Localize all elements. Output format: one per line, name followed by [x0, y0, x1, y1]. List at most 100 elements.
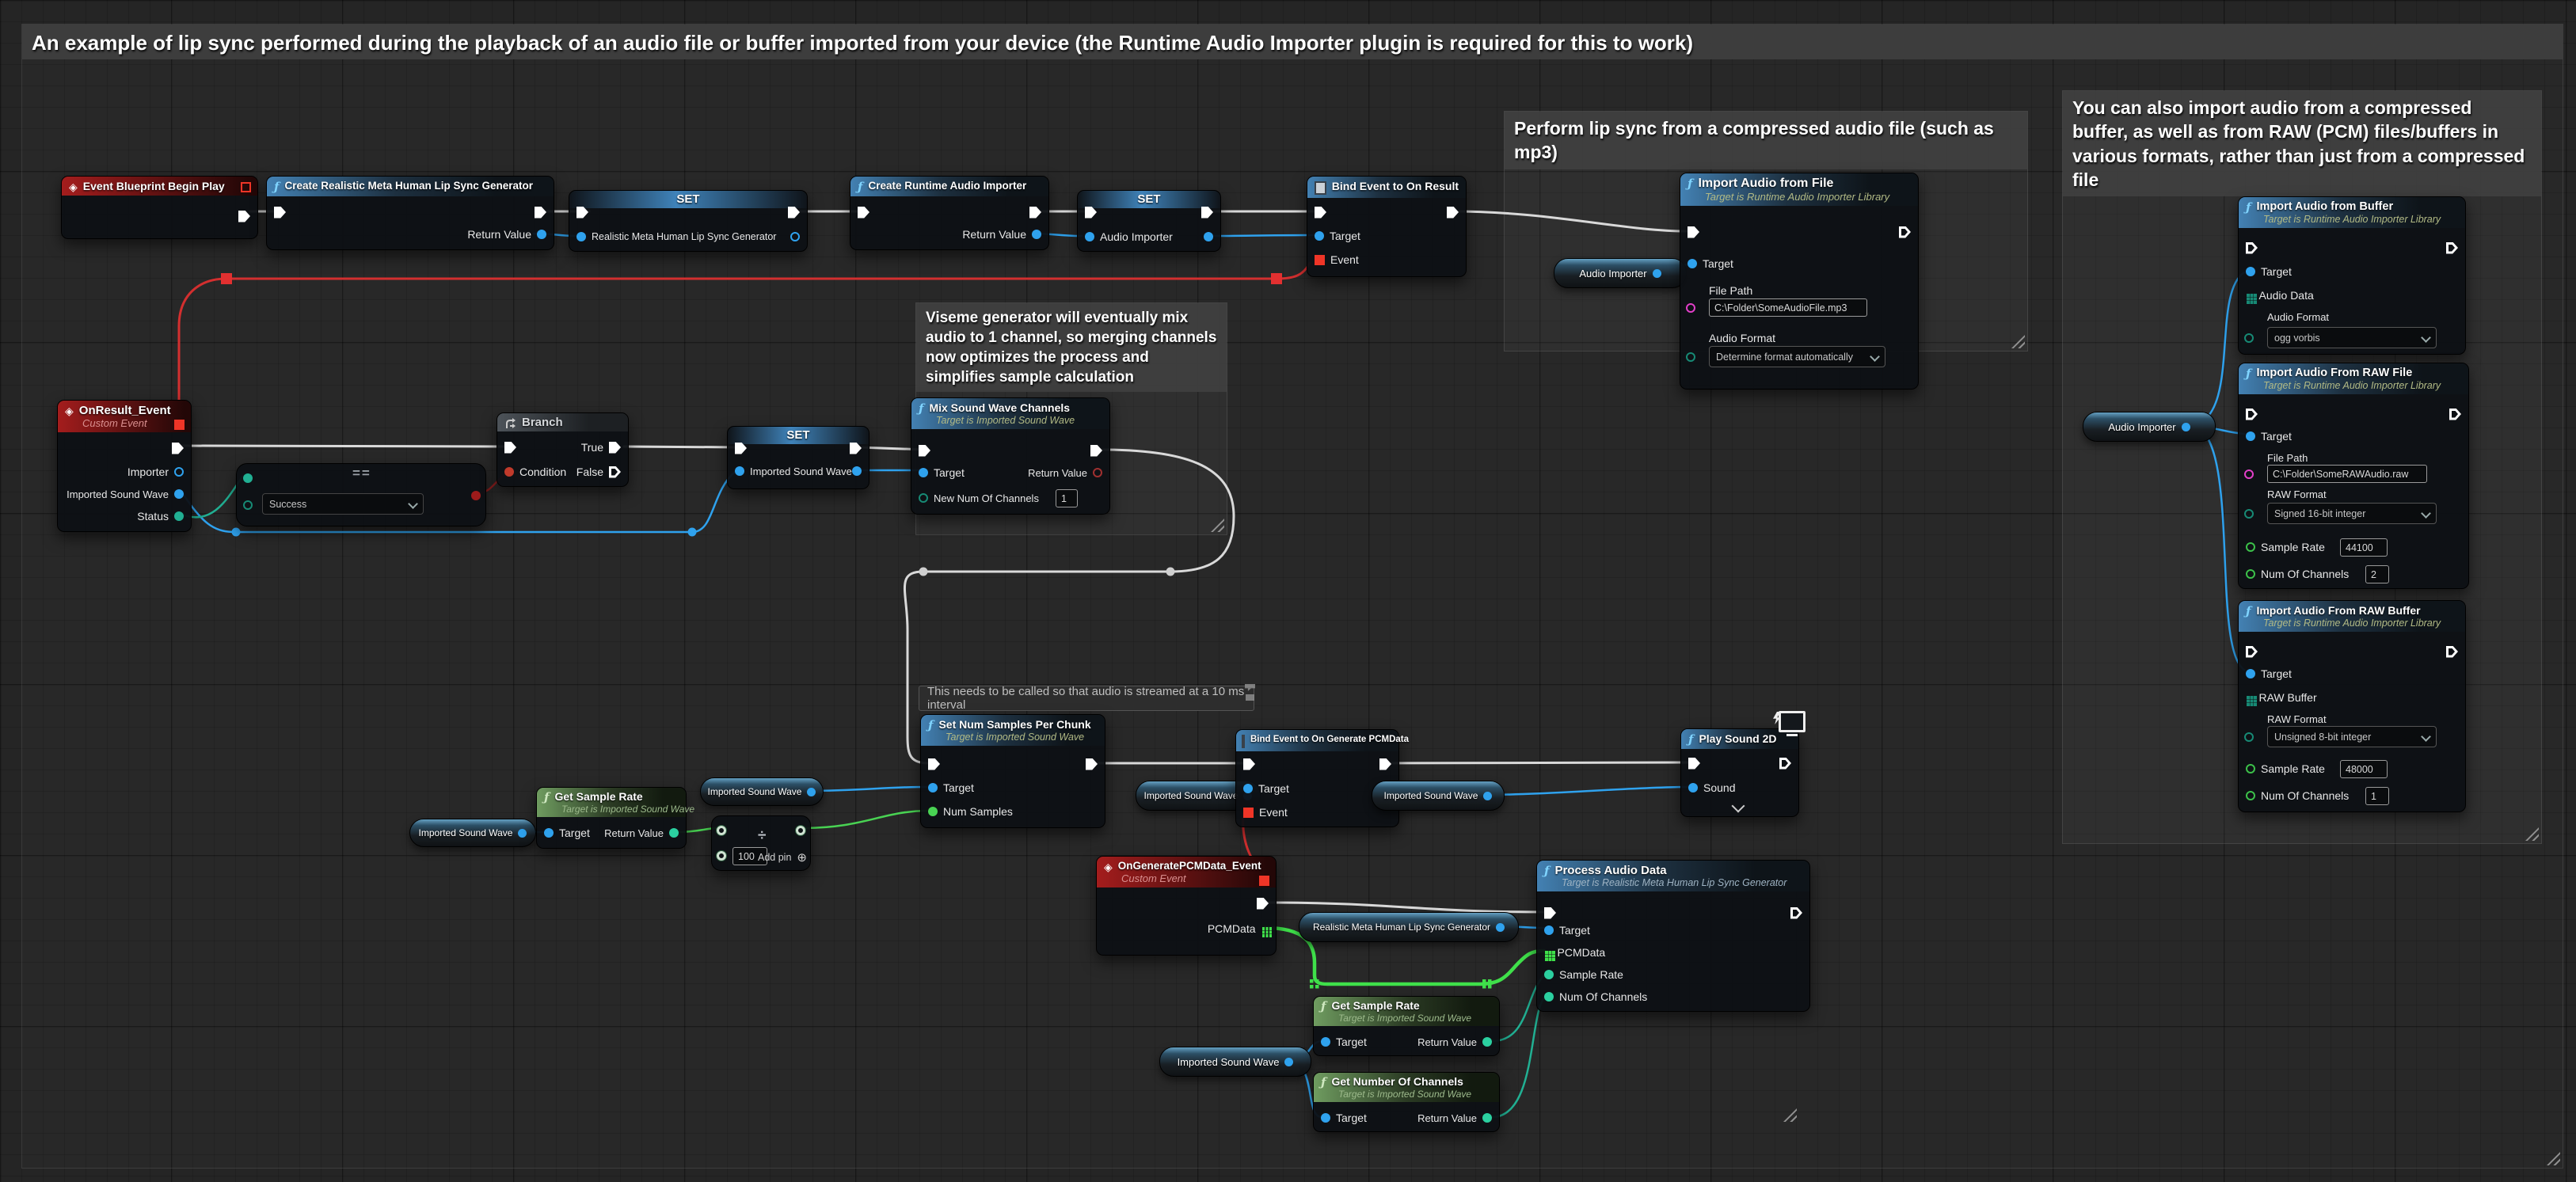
- importer-pin[interactable]: [174, 467, 184, 477]
- target-pin[interactable]: [928, 783, 938, 792]
- exec-in-pin[interactable]: [858, 207, 869, 219]
- exec-out-pin[interactable]: [238, 211, 250, 222]
- file-path-input[interactable]: C:\Folder\SomeAudioFile.mp3: [1709, 298, 1867, 317]
- new-num-channels-pin[interactable]: [919, 493, 928, 503]
- audio-format-pin[interactable]: [2244, 333, 2254, 343]
- num-channels-input[interactable]: 2: [2365, 565, 2389, 583]
- divisor-pin[interactable]: [717, 851, 726, 861]
- var-in-pin[interactable]: [1085, 232, 1094, 241]
- node-get-sample-rate-bottom[interactable]: ƒ Get Sample Rate Target is Imported Sou…: [1313, 996, 1500, 1056]
- node-bind-event-on-result[interactable]: Bind Event to On Result Target Event: [1307, 176, 1467, 277]
- node-mix-sound-wave-channels[interactable]: ƒ Mix Sound Wave Channels Target is Impo…: [911, 397, 1110, 515]
- exec-out-pin[interactable]: [1379, 758, 1391, 770]
- var-pill-imported-sound-wave[interactable]: Imported Sound Wave: [1372, 781, 1505, 811]
- add-pin-icon[interactable]: ⊕: [797, 850, 807, 865]
- audio-format-dropdown[interactable]: ogg vorbis: [2267, 327, 2437, 348]
- node-import-audio-from-raw-file[interactable]: ƒ Import Audio From RAW File Target is R…: [2238, 363, 2469, 589]
- var-out-pin[interactable]: [1284, 1058, 1293, 1066]
- node-import-audio-from-file[interactable]: ƒ Import Audio from File Target is Runti…: [1680, 173, 1919, 390]
- enum-in-pin[interactable]: [243, 473, 253, 483]
- num-channels-pin[interactable]: [1544, 992, 1554, 1001]
- return-value-pin[interactable]: [1032, 230, 1041, 239]
- target-pin[interactable]: [1688, 259, 1697, 268]
- file-path-pin[interactable]: [1686, 303, 1695, 313]
- node-branch[interactable]: Branch Condition True False: [497, 412, 629, 487]
- exec-in-pin[interactable]: [2246, 242, 2258, 254]
- exec-in-pin[interactable]: [2246, 409, 2258, 420]
- var-out-pin[interactable]: [807, 788, 816, 796]
- event-delegate-pin[interactable]: [1315, 255, 1325, 265]
- exec-out-pin[interactable]: [1257, 898, 1269, 910]
- var-pill-imported-sound-wave[interactable]: Imported Sound Wave: [1159, 1047, 1311, 1077]
- target-pin[interactable]: [1315, 231, 1324, 241]
- node-bind-event-on-generate-pcmdata[interactable]: Bind Event to On Generate PCMData Target…: [1235, 729, 1399, 827]
- expand-node-chevron[interactable]: [1732, 800, 1745, 813]
- var-pill-imported-sound-wave[interactable]: Imported Sound Wave: [409, 819, 536, 847]
- exec-out-pin[interactable]: [172, 443, 184, 454]
- enum-in-pin[interactable]: [243, 500, 253, 510]
- target-pin[interactable]: [544, 828, 554, 838]
- var-out-pin[interactable]: [518, 829, 527, 838]
- node-process-audio-data[interactable]: ƒ Process Audio Data Target is Realistic…: [1536, 860, 1810, 1012]
- enum-value-dropdown[interactable]: Success: [262, 493, 424, 515]
- exec-out-pin[interactable]: [850, 443, 862, 454]
- exec-out-pin[interactable]: [2446, 242, 2458, 254]
- sample-rate-input[interactable]: 44100: [2340, 538, 2388, 557]
- return-value-pin[interactable]: [1482, 1113, 1492, 1123]
- return-value-pin[interactable]: [537, 230, 546, 239]
- node-integer-divide[interactable]: ÷ 100 ⊕ Add pin: [711, 815, 811, 871]
- condition-pin[interactable]: [504, 467, 514, 477]
- var-out-pin[interactable]: [1653, 269, 1661, 278]
- exec-in-pin[interactable]: [274, 207, 286, 219]
- imported-sound-wave-pin[interactable]: [174, 489, 184, 499]
- num-channels-pin[interactable]: [2246, 791, 2255, 800]
- target-pin[interactable]: [1321, 1113, 1330, 1123]
- node-event-begin-play[interactable]: ◈ Event Blueprint Begin Play: [61, 176, 258, 239]
- node-set-num-samples-per-chunk[interactable]: ƒ Set Num Samples Per Chunk Target is Im…: [920, 714, 1105, 828]
- target-pin[interactable]: [1544, 925, 1554, 935]
- exec-out-pin[interactable]: [1447, 207, 1459, 219]
- exec-in-pin[interactable]: [1688, 758, 1700, 770]
- node-import-audio-from-raw-buffer[interactable]: ƒ Import Audio From RAW Buffer Target is…: [2238, 600, 2466, 812]
- var-out-pin[interactable]: [790, 232, 800, 241]
- target-pin[interactable]: [2246, 267, 2255, 276]
- var-out-pin[interactable]: [1483, 792, 1492, 800]
- node-create-runtime-importer[interactable]: ƒ Create Runtime Audio Importer Return V…: [850, 176, 1049, 250]
- node-create-realistic-generator[interactable]: ƒ Create Realistic Meta Human Lip Sync G…: [266, 176, 554, 250]
- num-channels-input[interactable]: 1: [2365, 787, 2389, 805]
- audio-format-pin[interactable]: [1686, 352, 1695, 362]
- node-get-number-of-channels[interactable]: ƒ Get Number Of Channels Target is Impor…: [1313, 1072, 1500, 1132]
- exec-in-pin[interactable]: [1688, 226, 1699, 238]
- exec-out-pin[interactable]: [1029, 207, 1041, 219]
- node-play-sound-2d[interactable]: ƒ Play Sound 2D Sound: [1680, 728, 1799, 817]
- sound-pin[interactable]: [1688, 783, 1698, 792]
- exec-in-pin[interactable]: [2246, 646, 2258, 658]
- var-out-pin[interactable]: [1496, 923, 1505, 932]
- exec-out-pin[interactable]: [1790, 907, 1802, 919]
- var-out-pin[interactable]: [852, 466, 862, 476]
- audio-data-array-pin[interactable]: [2247, 294, 2250, 297]
- raw-buffer-array-pin[interactable]: [2247, 696, 2250, 699]
- sample-rate-pin[interactable]: [1544, 970, 1554, 979]
- pcmdata-array-pin[interactable]: [1262, 927, 1265, 930]
- return-value-pin[interactable]: [1482, 1037, 1492, 1047]
- node-ongeneratepcmdata-event[interactable]: ◈ OnGeneratePCMData_Event Custom Event P…: [1096, 856, 1277, 956]
- var-pill-audio-importer[interactable]: Audio Importer: [1554, 258, 1687, 288]
- exec-out-pin[interactable]: [1090, 445, 1102, 457]
- false-exec-pin[interactable]: [609, 466, 621, 478]
- raw-format-pin[interactable]: [2244, 732, 2254, 742]
- target-pin[interactable]: [2246, 431, 2255, 441]
- exec-out-pin[interactable]: [1779, 758, 1791, 770]
- sample-rate-pin[interactable]: [2246, 764, 2255, 773]
- num-channels-pin[interactable]: [2246, 569, 2255, 579]
- node-equal-enum[interactable]: == Success: [236, 463, 486, 526]
- exec-in-pin[interactable]: [1544, 907, 1556, 919]
- raw-format-pin[interactable]: [2244, 509, 2254, 519]
- new-num-channels-input[interactable]: 1: [1056, 489, 1078, 507]
- pcmdata-array-pin[interactable]: [1545, 951, 1548, 954]
- raw-format-dropdown[interactable]: Signed 16-bit integer: [2267, 503, 2437, 524]
- dividend-pin[interactable]: [717, 826, 726, 835]
- exec-in-pin[interactable]: [735, 443, 747, 454]
- exec-in-pin[interactable]: [928, 758, 940, 770]
- exec-in-pin[interactable]: [919, 445, 930, 457]
